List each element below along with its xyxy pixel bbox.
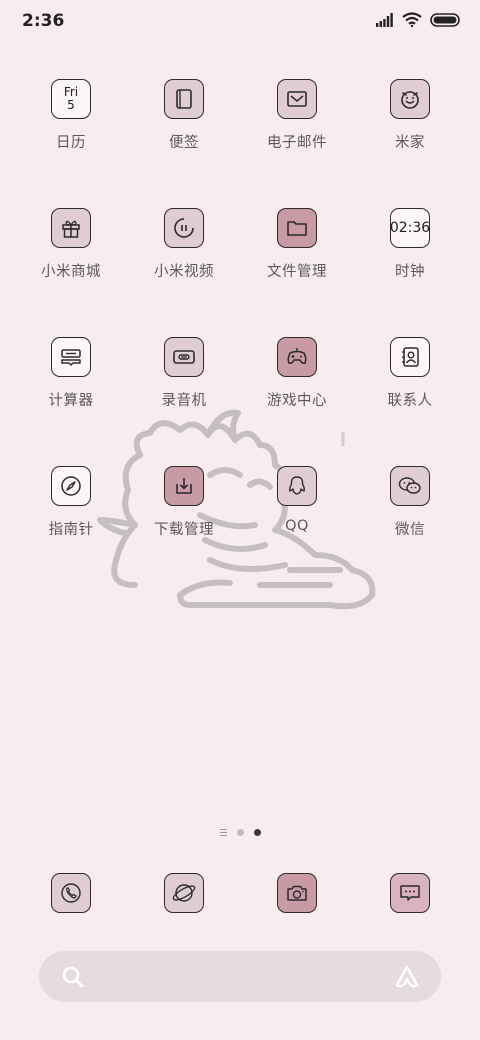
app-notes[interactable]: 便签	[134, 79, 234, 152]
clock-icon: 02:36	[390, 208, 430, 248]
phone-icon	[61, 883, 81, 903]
app-recorder[interactable]: 录音机	[134, 337, 234, 410]
dock-browser[interactable]	[164, 873, 204, 913]
app-calendar[interactable]: Fri 5 日历	[21, 79, 121, 152]
app-calculator[interactable]: 计算器	[21, 337, 121, 410]
app-downloads[interactable]: 下载管理	[134, 466, 234, 539]
compass-icon	[51, 466, 91, 506]
page-indicator-menu-icon[interactable]	[219, 829, 227, 836]
dock-messages[interactable]	[390, 873, 430, 913]
camera-icon	[287, 885, 307, 901]
app-label: 日历	[56, 135, 86, 151]
app-label: 电子邮件	[267, 135, 327, 151]
contacts-icon	[390, 337, 430, 377]
app-label: 联系人	[387, 393, 433, 409]
app-qq[interactable]: QQ	[247, 466, 347, 534]
app-label: 米家	[395, 135, 425, 151]
qq-icon	[277, 466, 317, 506]
app-file-manager[interactable]: 文件管理	[247, 208, 347, 281]
download-icon	[164, 466, 204, 506]
gamepad-icon	[277, 337, 317, 377]
app-label: 下载管理	[154, 522, 214, 538]
app-label: 计算器	[48, 393, 94, 409]
page-dot-2[interactable]	[253, 829, 261, 836]
app-compass[interactable]: 指南针	[21, 466, 121, 539]
search-icon[interactable]	[61, 965, 85, 989]
app-email[interactable]: 电子邮件	[247, 79, 347, 152]
app-wechat[interactable]: 微信	[360, 466, 460, 539]
app-game-center[interactable]: 游戏中心	[247, 337, 347, 410]
app-grid: Fri 5 日历 便签 电子邮件 米家 小米商城 小米视频 文件管理 02:36…	[0, 0, 480, 600]
assistant-icon[interactable]	[393, 964, 421, 990]
browser-icon	[172, 884, 196, 902]
app-label: 指南针	[48, 522, 94, 538]
clock-time: 02:36	[389, 220, 431, 236]
app-label: 小米商城	[41, 264, 101, 280]
calendar-icon: Fri 5	[51, 79, 91, 119]
app-label: 微信	[395, 522, 425, 538]
page-dot-1[interactable]	[236, 829, 244, 836]
app-mi-video[interactable]: 小米视频	[134, 208, 234, 281]
app-label: 游戏中心	[267, 393, 327, 409]
calendar-date: 5	[67, 98, 75, 112]
app-label: 时钟	[395, 264, 425, 280]
app-label: 便签	[169, 135, 199, 151]
app-contacts[interactable]: 联系人	[360, 337, 460, 410]
folder-icon	[277, 208, 317, 248]
search-bar[interactable]	[39, 951, 441, 1002]
mail-icon	[277, 79, 317, 119]
recorder-icon	[164, 337, 204, 377]
calculator-icon	[51, 337, 91, 377]
app-label: 小米视频	[154, 264, 214, 280]
messages-icon	[400, 885, 420, 901]
video-icon	[164, 208, 204, 248]
app-label: 录音机	[161, 393, 207, 409]
app-label: 文件管理	[267, 264, 327, 280]
app-mijia[interactable]: 米家	[360, 79, 460, 152]
wechat-icon	[390, 466, 430, 506]
gift-icon	[51, 208, 91, 248]
page-indicator	[0, 829, 480, 836]
notes-icon	[164, 79, 204, 119]
app-label: QQ	[285, 518, 309, 534]
app-mi-store[interactable]: 小米商城	[21, 208, 121, 281]
mijia-icon	[390, 79, 430, 119]
dock-phone[interactable]	[51, 873, 91, 913]
app-clock[interactable]: 02:36 时钟	[360, 208, 460, 281]
dock-camera[interactable]	[277, 873, 317, 913]
